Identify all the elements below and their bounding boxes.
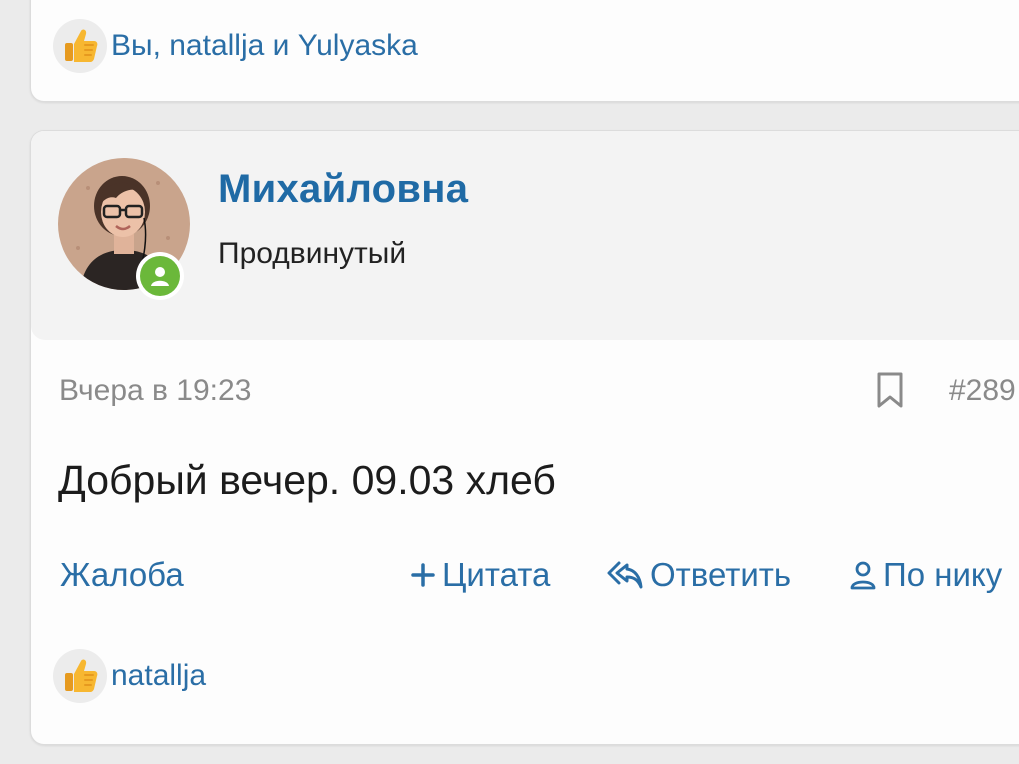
- avatar-container[interactable]: [58, 158, 190, 300]
- online-status-badge: [136, 252, 184, 300]
- post-date[interactable]: Вчера в 19:23: [59, 374, 251, 408]
- report-label: Жалоба: [60, 556, 184, 593]
- quote-button[interactable]: Цитата: [410, 556, 550, 594]
- post-card: Михайловна Продвинутый Вчера в 19:23 #28…: [30, 130, 1019, 745]
- by-nick-label: По нику: [883, 556, 1003, 593]
- thumbs-up-icon: [53, 19, 107, 73]
- reply-label: Ответить: [650, 556, 792, 593]
- post-reactions[interactable]: natallja: [53, 649, 206, 703]
- author-name[interactable]: Михайловна: [218, 167, 468, 212]
- quote-label: Цитата: [442, 556, 551, 593]
- reply-icon: [607, 561, 643, 589]
- reactions-list[interactable]: natallja: [111, 659, 206, 693]
- bookmark-icon[interactable]: [874, 371, 906, 409]
- user-icon: [850, 561, 876, 590]
- plus-icon: [411, 563, 435, 587]
- user-online-icon: [140, 256, 180, 296]
- previous-post-card: Вы, natallja и Yulyaska: [30, 0, 1019, 102]
- reactions-list[interactable]: Вы, natallja и Yulyaska: [111, 29, 418, 63]
- thumbs-up-icon: [53, 649, 107, 703]
- previous-post-reactions[interactable]: Вы, natallja и Yulyaska: [53, 19, 418, 73]
- report-button[interactable]: Жалоба: [60, 556, 184, 594]
- author-block: Михайловна Продвинутый: [31, 131, 1019, 340]
- post-body: Добрый вечер. 09.03 хлеб: [58, 457, 556, 503]
- mention-by-nick-button[interactable]: По нику: [849, 556, 1002, 594]
- reply-button[interactable]: Ответить: [606, 556, 791, 594]
- post-number[interactable]: #289: [949, 374, 1016, 408]
- author-title: Продвинутый: [218, 237, 407, 270]
